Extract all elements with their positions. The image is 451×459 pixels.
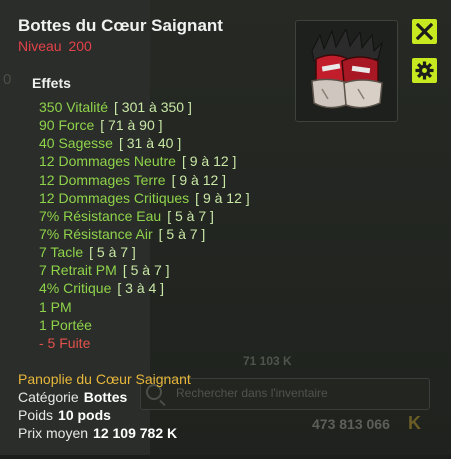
level-value: 200: [68, 38, 92, 54]
effect-line: 7% Résistance Eau [ 5 à 7 ]: [39, 207, 250, 225]
effect-line: 4% Critique [ 3 à 4 ]: [39, 279, 250, 297]
effect-value: 12 Dommages Neutre: [39, 153, 176, 170]
effect-line: 90 Force [ 71 à 90 ]: [39, 116, 250, 134]
close-button[interactable]: [412, 19, 437, 44]
effect-value: 7 Retrait PM: [39, 262, 117, 279]
effects-list: 350 Vitalité [ 301 à 350 ] 90 Force [ 71 à …: [39, 98, 250, 352]
effect-range: [ 9 à 12 ]: [171, 171, 227, 188]
effect-line: 7 Tacle [ 5 à 7 ]: [39, 243, 250, 261]
price-value: 12 109 782 K: [93, 425, 178, 441]
effect-value: 90 Force: [39, 117, 95, 134]
effect-value: 7% Résistance Eau: [39, 207, 162, 224]
effect-range: [ 5 à 7 ]: [89, 244, 136, 261]
effect-range: [ 9 à 12 ]: [195, 189, 250, 206]
effect-range: [ 71 à 90 ]: [100, 117, 163, 134]
effect-range: [ 31 à 40 ]: [118, 135, 182, 152]
effect-line: 12 Dommages Critiques [ 9 à 12 ]: [39, 189, 250, 207]
close-icon: [416, 23, 433, 40]
effect-value: 4% Critique: [39, 280, 112, 297]
item-image-frame: [295, 20, 398, 122]
weight-label: Poids: [18, 407, 54, 423]
item-category: Catégorie Bottes: [18, 389, 127, 405]
effect-line: - 5 Fuite: [39, 334, 250, 352]
item-tooltip: Bottes du Cœur Saignant Niveau 200 Effet…: [0, 0, 451, 459]
effect-range: [ 9 à 12 ]: [181, 153, 237, 170]
effect-value: 12 Dommages Critiques: [39, 189, 190, 206]
effect-value: 12 Dommages Terre: [39, 171, 166, 188]
effect-line: 7% Résistance Air [ 5 à 7 ]: [39, 225, 250, 243]
effect-line: 7 Retrait PM [ 5 à 7 ]: [39, 261, 250, 279]
effect-value: 7% Résistance Air: [39, 225, 153, 242]
effect-range: [ 5 à 7 ]: [158, 225, 206, 242]
effect-line: 1 Portée: [39, 316, 250, 334]
effect-range: [ 5 à 7 ]: [167, 207, 214, 224]
price-label: Prix moyen: [18, 425, 89, 441]
boots-item-icon: [311, 29, 383, 109]
effect-value: - 5 Fuite: [39, 334, 91, 351]
effect-line: 12 Dommages Neutre [ 9 à 12 ]: [39, 152, 250, 170]
effect-value: 1 Portée: [39, 316, 92, 333]
category-label: Catégorie: [18, 389, 79, 405]
level-label: Niveau: [18, 38, 62, 54]
weight-value: 10 pods: [58, 407, 111, 423]
effect-line: 1 PM: [39, 298, 250, 316]
effect-range: [ 5 à 7 ]: [122, 262, 170, 279]
effect-range: [ 301 à 350 ]: [114, 99, 192, 115]
effect-range: [ 3 à 4 ]: [117, 280, 165, 297]
effect-line: 40 Sagesse [ 31 à 40 ]: [39, 134, 250, 152]
effects-heading: Effets: [32, 75, 71, 91]
effect-value: 350 Vitalité: [39, 99, 109, 115]
gear-icon: [415, 61, 434, 80]
item-title: Bottes du Cœur Saignant: [18, 16, 223, 35]
effect-value: 7 Tacle: [39, 244, 84, 261]
category-value: Bottes: [83, 389, 128, 405]
item-set-link[interactable]: Panoplie du Cœur Saignant: [18, 371, 191, 387]
item-price: Prix moyen 12 109 782 K: [18, 425, 177, 441]
settings-button[interactable]: [412, 58, 437, 83]
effect-value: 40 Sagesse: [39, 135, 113, 152]
effect-line: 350 Vitalité [ 301 à 350 ]: [39, 98, 250, 116]
effect-line: 12 Dommages Terre [ 9 à 12 ]: [39, 171, 250, 189]
item-weight: Poids 10 pods: [18, 407, 111, 423]
item-level: Niveau 200: [18, 38, 92, 54]
effect-value: 1 PM: [39, 298, 72, 315]
